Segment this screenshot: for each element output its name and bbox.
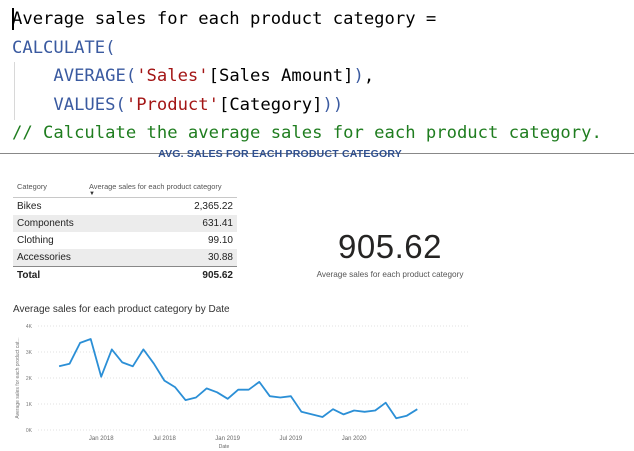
- code-token: )): [322, 95, 344, 115]
- cell-category: Components: [17, 218, 74, 229]
- code-token: CALCULATE: [12, 38, 106, 58]
- code-line-comment: // Calculate the average sales for each …: [12, 121, 602, 145]
- code-token: ,: [363, 66, 375, 86]
- dax-editor[interactable]: Average sales for each product category …: [0, 0, 634, 153]
- cell-value: 2,365.22: [194, 201, 233, 212]
- series-line: [58, 338, 418, 420]
- table-row[interactable]: Components 631.41: [13, 215, 237, 232]
- table-header: Category Average sales for each product …: [13, 180, 237, 198]
- table-total-row: Total 905.62: [13, 266, 237, 284]
- category-table[interactable]: Category Average sales for each product …: [13, 180, 237, 284]
- code-token: (: [125, 66, 137, 86]
- cell-value: 30.88: [207, 252, 233, 263]
- code-line-measure-name: Average sales for each product category …: [12, 7, 436, 31]
- cell-value: 631.41: [202, 218, 233, 229]
- code-token: 'Product': [125, 95, 219, 115]
- code-token: 'Sales': [136, 66, 209, 86]
- x-tick-label: Jan 2019: [215, 436, 240, 442]
- x-axis-label: Date: [219, 444, 230, 450]
- table-row[interactable]: Accessories 30.88: [13, 249, 237, 266]
- x-tick-label: Jul 2019: [280, 436, 303, 442]
- line-chart[interactable]: 0K 1K 2K 3K 4K Jan 2018 Jul 2018 Jan 2019 Jul 20…: [0, 316, 480, 451]
- code-token: [Sales Amount]: [208, 66, 354, 86]
- table-row[interactable]: Bikes 2,365.22: [13, 198, 237, 215]
- code-token: (: [105, 38, 116, 58]
- column-header-category[interactable]: Category: [17, 182, 47, 191]
- x-tick-label: Jan 2018: [89, 436, 114, 442]
- code-line-average: AVERAGE('Sales'[Sales Amount]),: [12, 64, 374, 88]
- cell-category: Bikes: [17, 201, 42, 212]
- code-token: ): [353, 66, 364, 86]
- code-token: AVERAGE: [12, 66, 126, 86]
- table-row[interactable]: Clothing 99.10: [13, 232, 237, 249]
- cell-category: Clothing: [17, 235, 54, 246]
- y-tick-label: 0K: [26, 428, 33, 434]
- kpi-card-value: 905.62: [338, 228, 442, 265]
- total-value: 905.62: [202, 270, 233, 281]
- column-header-average-sales[interactable]: Average sales for each product category: [89, 182, 222, 191]
- x-tick-label: Jan 2020: [342, 436, 367, 442]
- report-title: AVG. SALES FOR EACH PRODUCT CATEGORY: [158, 148, 402, 160]
- code-token: (: [115, 95, 126, 115]
- x-tick-label: Jul 2018: [153, 436, 176, 442]
- cell-value: 99.10: [207, 235, 233, 246]
- y-tick-label: 3K: [26, 350, 33, 356]
- y-tick-label: 2K: [26, 376, 33, 382]
- y-axis-label: Average sales for each product cat...: [15, 337, 21, 418]
- code-token: VALUES: [12, 95, 116, 115]
- total-label: Total: [17, 270, 41, 281]
- y-tick-label: 4K: [26, 324, 33, 330]
- kpi-card-label: Average sales for each product category: [316, 270, 464, 279]
- line-chart-title: Average sales for each product category …: [13, 304, 230, 315]
- sort-descending-icon[interactable]: ▼: [89, 191, 95, 197]
- code-token: [Category]: [218, 95, 323, 115]
- y-tick-label: 1K: [26, 402, 33, 408]
- cell-category: Accessories: [17, 252, 71, 263]
- code-token: Average sales for each product category …: [12, 9, 437, 29]
- code-line-values: VALUES('Product'[Category])): [12, 93, 343, 117]
- code-line-calculate: CALCULATE(: [12, 36, 116, 60]
- code-token: // Calculate the average sales for each …: [12, 123, 602, 143]
